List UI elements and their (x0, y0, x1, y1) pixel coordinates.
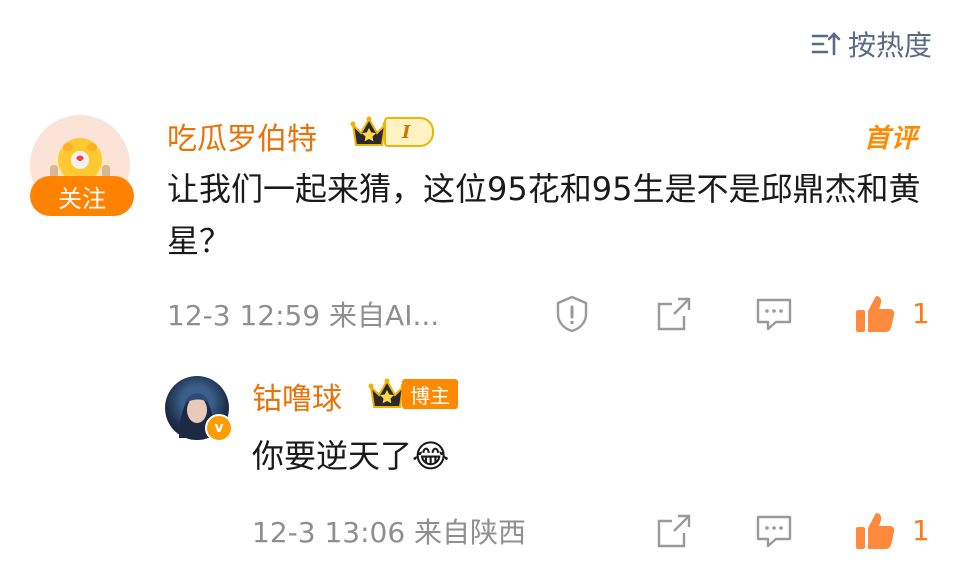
follow-button[interactable]: 关注 (30, 176, 134, 216)
blogger-tag: 博主 (402, 379, 458, 409)
reply-source: 来自陕西 (414, 516, 527, 549)
like-count: 1 (912, 297, 930, 330)
comment-time: 12-3 12:59 (167, 299, 321, 332)
level-number: I (384, 117, 435, 147)
reply-text: 你要逆天了😂 (252, 437, 450, 475)
like-icon[interactable] (853, 509, 897, 553)
sort-label: 按热度 (847, 29, 932, 62)
report-icon[interactable] (552, 294, 592, 334)
verified-badge: v (205, 414, 233, 442)
crown-icon (350, 116, 388, 146)
share-icon[interactable] (654, 294, 694, 334)
blogger-badge[interactable]: 博主 (368, 377, 458, 411)
comment-icon[interactable] (754, 511, 794, 551)
comment-icon[interactable] (754, 294, 794, 334)
comment-source: 来自AI... (329, 299, 440, 332)
crown-icon (368, 378, 406, 408)
comment-author[interactable]: 吃瓜罗伯特 (167, 114, 317, 158)
reply-meta: 12-3 13:06 来自陕西 (252, 511, 526, 551)
first-comment-tag: 首评 (863, 124, 918, 154)
like-icon[interactable] (853, 292, 897, 336)
share-icon[interactable] (654, 511, 694, 551)
level-badge[interactable]: I (350, 115, 435, 149)
comment-meta: 12-3 12:59 来自AI... (167, 294, 439, 334)
comment-text: 让我们一起来猜，这位95花和95生是不是邱鼎杰和黄星？ (167, 170, 921, 260)
reply-like-count: 1 (912, 514, 930, 547)
reply-time: 12-3 13:06 (252, 516, 406, 549)
reply-author[interactable]: 钴噜球 (252, 374, 342, 418)
sort-by-heat-button[interactable]: 按热度 (810, 24, 932, 64)
sort-icon (811, 32, 841, 56)
